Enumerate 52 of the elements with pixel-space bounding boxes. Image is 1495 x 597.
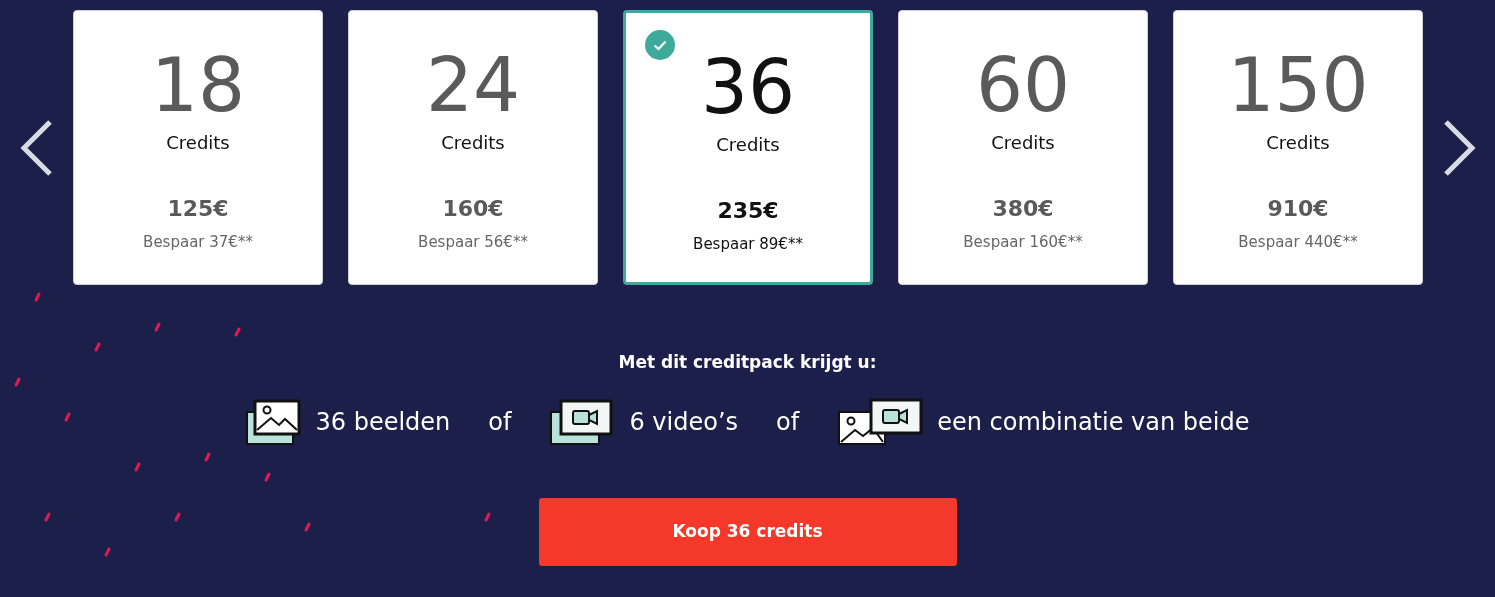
credit-unit: Credits [991,131,1055,155]
confetti-mark [44,512,51,522]
confetti-mark [94,342,101,352]
confetti-mark [304,522,311,532]
confetti-mark [174,512,181,522]
confetti-mark [484,512,491,522]
benefit-text: een combinatie van beide [937,406,1250,438]
video-stack-icon [549,397,616,446]
chevron-left-icon[interactable] [19,118,54,177]
credit-unit: Credits [166,131,230,155]
savings-text: Bespaar 37€** [143,232,253,253]
credit-amount: 36 [700,45,796,129]
benefit-text: 6 video’s [629,406,739,438]
chevron-right-icon[interactable] [1442,118,1476,177]
or-text: of [488,406,512,438]
credit-amount: 18 [150,43,246,127]
confetti-mark [34,292,41,302]
savings-text: Bespaar 160€** [963,232,1083,253]
confetti-mark [14,377,21,387]
or-text: of [776,406,800,438]
pack-price: 125€ [167,195,229,223]
savings-text: Bespaar 89€** [693,234,803,255]
confetti-mark [234,327,241,337]
confetti-mark [154,322,161,332]
credit-unit: Credits [716,133,780,157]
confetti-mark [264,472,271,482]
credit-pack-card[interactable]: 24 Credits 160€ Bespaar 56€** [348,10,598,285]
confetti-mark [104,547,111,557]
pack-price: 235€ [717,197,779,225]
credit-amount: 60 [975,43,1071,127]
pack-price: 910€ [1267,195,1329,223]
credit-pack-card[interactable]: 18 Credits 125€ Bespaar 37€** [73,10,323,285]
check-icon [645,30,675,60]
confetti-mark [134,462,141,472]
credit-pack-card[interactable]: 36 Credits 235€ Bespaar 89€** [623,10,873,285]
pack-price: 380€ [992,195,1054,223]
confetti-mark [204,452,211,462]
benefit-text: 36 beelden [315,406,451,438]
credit-pack-card[interactable]: 60 Credits 380€ Bespaar 160€** [898,10,1148,285]
credit-unit: Credits [1266,131,1330,155]
benefits-heading: Met dit creditpack krijgt u: [618,351,877,374]
buy-button[interactable]: Koop 36 credits [538,497,957,566]
savings-text: Bespaar 56€** [418,232,528,253]
confetti-mark [64,412,71,422]
credit-amount: 150 [1227,43,1369,127]
pack-price: 160€ [442,195,504,223]
image-and-video-icon [837,397,924,446]
image-stack-icon [245,397,302,446]
credit-pack-card[interactable]: 150 Credits 910€ Bespaar 440€** [1173,10,1423,285]
credit-amount: 24 [425,43,521,127]
credit-unit: Credits [441,131,505,155]
savings-text: Bespaar 440€** [1238,232,1358,253]
